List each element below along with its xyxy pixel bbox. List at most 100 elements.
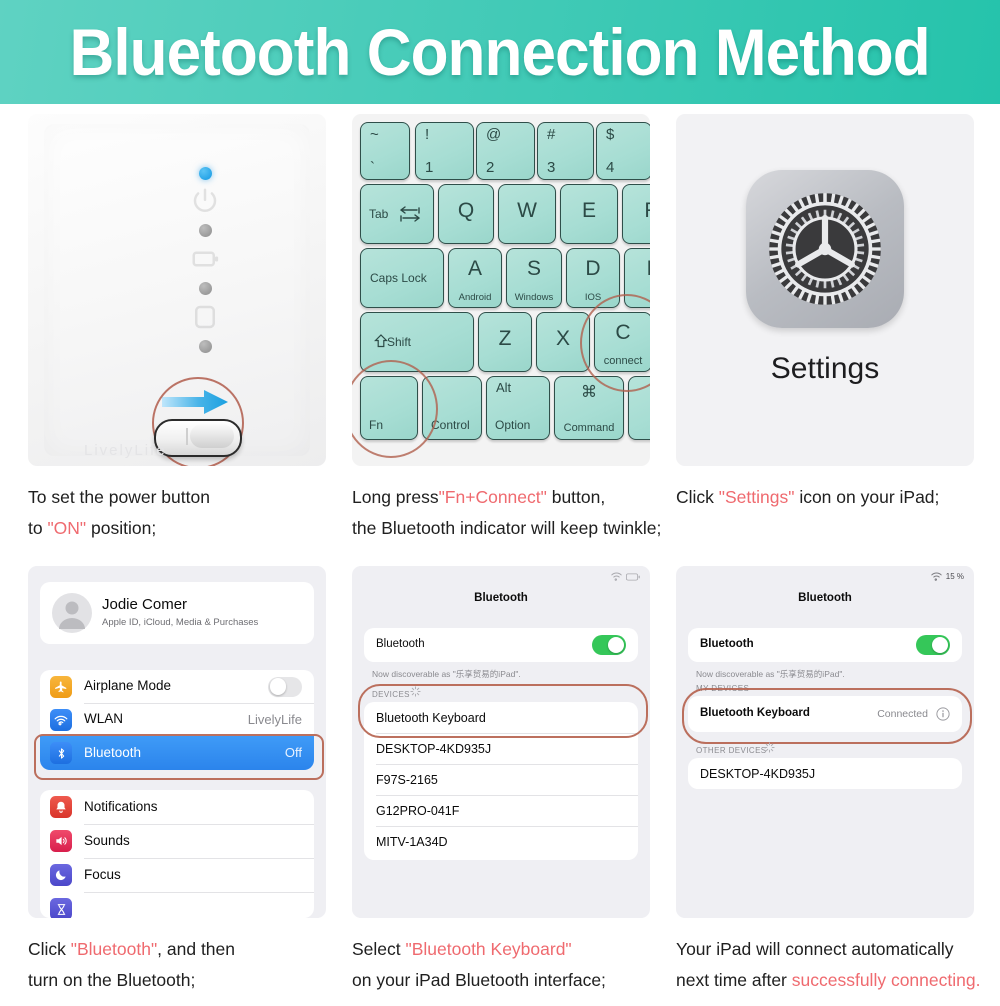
- battery-percent: 15 %: [945, 572, 964, 581]
- key-tilde[interactable]: ~ `: [360, 122, 410, 180]
- key-a[interactable]: A Android: [448, 248, 502, 308]
- led-indicator-battery: [199, 282, 212, 295]
- caption-line: Click "Bluetooth", and then: [28, 939, 236, 959]
- step-card-power-switch: LivelyLife To set the power button to "O…: [28, 114, 358, 554]
- shift-arrow-icon: [374, 334, 388, 348]
- steps-grid: LivelyLife To set the power button to "O…: [0, 104, 1000, 1000]
- key-tab[interactable]: Tab: [360, 184, 434, 244]
- mint-keyboard-image: ~ ` ! 1 @2 #3 $4 Tab Q W E Caps Lock A A…: [352, 114, 650, 466]
- key-a-label: A: [467, 257, 482, 280]
- caption-select-keyboard: Select "Bluetooth Keyboard" on your iPad…: [352, 934, 682, 996]
- key-caps-lock-label: Caps Lock: [370, 271, 427, 285]
- key-r-label: R: [623, 199, 650, 223]
- settings-row-label: Airplane Mode: [84, 678, 172, 693]
- ios-settings-screenshot: Jodie Comer Apple ID, iCloud, Media & Pu…: [28, 566, 326, 918]
- keyboard-side-panel: LivelyLife: [44, 124, 310, 466]
- wifi-icon: [611, 572, 622, 581]
- key-w-label: W: [517, 199, 537, 222]
- settings-row-wlan[interactable]: WLAN LivelyLife: [40, 703, 314, 736]
- bluetooth-toggle[interactable]: [592, 635, 626, 655]
- screen-time-icon: [50, 898, 72, 918]
- discoverable-note: Now discoverable as "乐享贸易的iPad".: [696, 669, 845, 679]
- settings-row-label: Sounds: [84, 833, 130, 848]
- device-name: DESKTOP-4KD935J: [700, 767, 816, 781]
- key-option-alt: Alt: [496, 380, 512, 395]
- caption-line: Long press"Fn+Connect" button,: [352, 487, 606, 507]
- bluetooth-master-row[interactable]: Bluetooth: [364, 628, 638, 662]
- airplane-mode-toggle[interactable]: [268, 676, 302, 697]
- caption-line: turn on the Bluetooth;: [28, 970, 196, 990]
- caption-line: To set the power button: [28, 487, 210, 507]
- tab-arrows-icon: [399, 206, 421, 222]
- key-tilde-top: ~: [370, 126, 379, 143]
- key-w[interactable]: W: [498, 184, 556, 244]
- caption-fn-connect: Long press"Fn+Connect" button, the Bluet…: [352, 482, 682, 544]
- bell-icon: [50, 796, 72, 818]
- apple-id-row[interactable]: Jodie Comer Apple ID, iCloud, Media & Pu…: [40, 582, 314, 644]
- key-command-label: Command: [563, 422, 615, 434]
- key-r[interactable]: R: [622, 184, 650, 244]
- key-e-label: E: [581, 199, 596, 222]
- device-row-g12pro[interactable]: G12PRO-041F: [364, 795, 638, 826]
- settings-row-notifications[interactable]: Notifications: [40, 790, 314, 824]
- moon-icon: [50, 864, 72, 886]
- caption-line: Click "Settings" icon on your iPad;: [676, 487, 940, 507]
- bluetooth-scan-screenshot: Bluetooth Bluetooth Now discoverable as …: [352, 566, 650, 918]
- bluetooth-master-row[interactable]: Bluetooth: [688, 628, 962, 662]
- step-card-fn-connect: ~ ` ! 1 @2 #3 $4 Tab Q W E Caps Lock A A…: [352, 114, 682, 554]
- led-indicator-bluetooth: [199, 167, 212, 180]
- watermark: LivelyLife: [84, 442, 167, 459]
- key-e[interactable]: E: [560, 184, 618, 244]
- key-f-label: F: [625, 257, 650, 281]
- caption-line: next time after successfully connecting.: [676, 970, 981, 990]
- device-name: G12PRO-041F: [376, 804, 460, 818]
- caption-auto-connect: Your iPad will connect automatically nex…: [676, 934, 1000, 996]
- activity-spinner: [764, 742, 775, 753]
- power-switch[interactable]: [154, 419, 242, 457]
- settings-app-tile[interactable]: [746, 170, 904, 328]
- speaker-icon: [50, 830, 72, 852]
- key-z[interactable]: Z: [478, 312, 532, 372]
- settings-row-airplane-mode[interactable]: Airplane Mode: [40, 670, 314, 703]
- keyboard-device-highlight-ring: [358, 684, 648, 738]
- key-3-top: #: [547, 126, 556, 143]
- device-row-desktop[interactable]: DESKTOP-4KD935J: [688, 758, 962, 789]
- key-s[interactable]: S Windows: [506, 248, 562, 308]
- power-icon: [193, 188, 217, 212]
- step-card-auto-connect: 15 % Bluetooth Bluetooth Now discoverabl…: [676, 566, 1000, 1006]
- device-name: DESKTOP-4KD935J: [376, 742, 492, 756]
- led-indicator-charge: [199, 340, 212, 353]
- device-name: F97S-2165: [376, 773, 438, 787]
- key-3[interactable]: #3: [537, 122, 594, 180]
- power-switch-marker: [186, 428, 188, 445]
- key-4[interactable]: $4: [596, 122, 650, 180]
- settings-row-focus[interactable]: Focus: [40, 858, 314, 892]
- step-card-open-settings: Settings Click "Settings" icon on your i…: [676, 114, 1000, 554]
- device-name: MITV-1A34D: [376, 835, 448, 849]
- key-q-label: Q: [457, 199, 475, 222]
- wifi-icon: [931, 572, 942, 581]
- key-fn-highlight-ring: [352, 360, 438, 458]
- bluetooth-connected-screenshot: 15 % Bluetooth Bluetooth Now discoverabl…: [676, 566, 974, 918]
- keyboard-power-switch-image: LivelyLife: [28, 114, 326, 466]
- key-option[interactable]: Alt Option: [486, 376, 550, 440]
- toggle-knob: [269, 678, 287, 695]
- key-4-bottom: 4: [606, 159, 615, 176]
- bluetooth-toggle[interactable]: [916, 635, 950, 655]
- settings-row-screen-time[interactable]: [40, 892, 314, 918]
- key-2[interactable]: @2: [476, 122, 535, 180]
- key-4-top: $: [606, 126, 615, 143]
- key-q[interactable]: Q: [438, 184, 494, 244]
- device-row-f97s[interactable]: F97S-2165: [364, 764, 638, 795]
- caption-tap-bluetooth: Click "Bluetooth", and then turn on the …: [28, 934, 358, 996]
- key-1[interactable]: ! 1: [415, 122, 474, 180]
- battery-icon: [192, 251, 219, 267]
- caption-line: Select "Bluetooth Keyboard": [352, 939, 572, 959]
- settings-app-image: Settings: [676, 114, 974, 466]
- page-header: Bluetooth Connection Method: [0, 0, 1000, 104]
- power-switch-knob: [190, 424, 234, 448]
- key-caps-lock[interactable]: Caps Lock: [360, 248, 444, 308]
- nav-title: Bluetooth: [798, 592, 852, 604]
- settings-row-sounds[interactable]: Sounds: [40, 824, 314, 858]
- device-row-mitv[interactable]: MITV-1A34D: [364, 826, 638, 857]
